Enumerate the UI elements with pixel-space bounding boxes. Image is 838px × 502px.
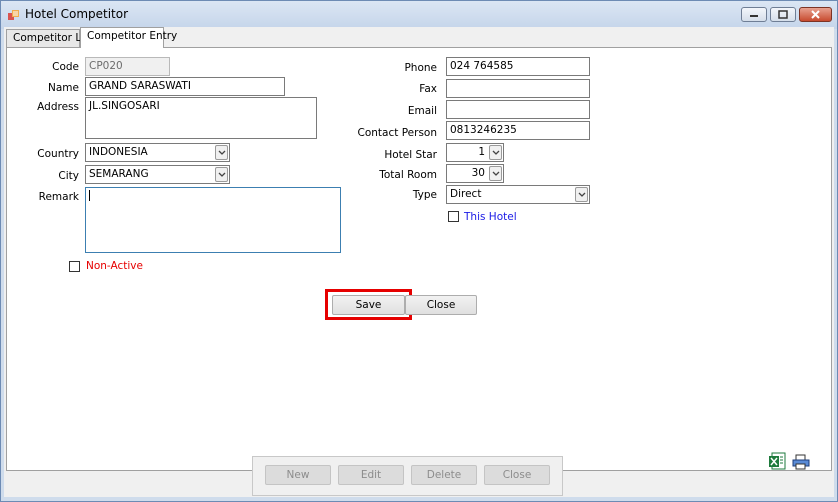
total-room-dropdown-button[interactable] [489,166,502,181]
chevron-down-icon [492,150,500,155]
window-title: Hotel Competitor [25,7,129,21]
fax-field[interactable] [446,79,590,98]
city-dropdown-button[interactable] [215,167,228,182]
email-label: Email [407,105,437,117]
non-active-checkbox[interactable] [69,261,80,272]
code-label: Code [52,61,79,73]
text-cursor [89,190,90,201]
app-window: Hotel Competitor Competitor List Competi… [0,0,838,502]
hotel-star-dropdown-button[interactable] [489,145,502,160]
name-field[interactable]: GRAND SARASWATI [85,77,285,96]
delete-button[interactable]: Delete [411,465,477,485]
minimize-button[interactable] [741,7,767,22]
tab-competitor-list[interactable]: Competitor List [6,29,94,47]
fax-label: Fax [419,83,437,95]
hotel-star-label: Hotel Star [384,149,437,161]
total-room-select[interactable]: 30 [446,164,504,183]
total-room-value: 30 [471,167,485,179]
hotel-star-select[interactable]: 1 [446,143,504,162]
title-bar[interactable]: Hotel Competitor [1,1,837,29]
toolbar-close-button[interactable]: Close [484,465,550,485]
city-value: SEMARANG [89,168,149,180]
type-dropdown-button[interactable] [575,187,588,202]
excel-export-icon[interactable] [768,452,786,470]
code-field[interactable]: CP020 [85,57,170,76]
non-active-label: Non-Active [86,260,143,272]
city-select[interactable]: SEMARANG [85,165,230,184]
maximize-button[interactable] [770,7,796,22]
contact-person-label: Contact Person [357,127,437,139]
edit-button[interactable]: Edit [338,465,404,485]
type-select[interactable]: Direct [446,185,590,204]
this-hotel-checkbox[interactable] [448,211,459,222]
chevron-down-icon [492,171,500,176]
contact-person-field[interactable]: 0813246235 [446,121,590,140]
close-window-button[interactable] [799,7,832,22]
phone-label: Phone [404,62,437,74]
app-icon [8,10,19,20]
hotel-star-value: 1 [478,146,485,158]
tab-competitor-entry[interactable]: Competitor Entry [80,27,177,48]
total-room-label: Total Room [379,169,437,181]
name-label: Name [48,82,79,94]
this-hotel-label: This Hotel [464,211,517,223]
close-icon [811,10,820,19]
country-label: Country [37,148,79,160]
save-button[interactable]: Save [332,295,405,315]
client-area: Competitor List Competitor Entry Code CP… [4,27,834,497]
new-button[interactable]: New [265,465,331,485]
close-button[interactable]: Close [405,295,477,315]
minimize-icon [750,15,758,17]
chevron-down-icon [218,150,226,155]
record-toolbar: New Edit Delete Close [252,456,563,496]
remark-label: Remark [38,191,79,203]
country-dropdown-button[interactable] [215,145,228,160]
address-field[interactable]: JL.SINGOSARI [85,97,317,139]
type-value: Direct [450,188,482,200]
address-label: Address [37,101,79,113]
type-label: Type [412,189,437,201]
chevron-down-icon [218,172,226,177]
city-label: City [58,170,79,182]
competitor-entry-panel: Code CP020 Name GRAND SARASWATI Address … [6,47,832,471]
country-select[interactable]: INDONESIA [85,143,230,162]
phone-field[interactable]: 024 764585 [446,57,590,76]
print-icon[interactable] [792,454,810,470]
email-field[interactable] [446,100,590,119]
remark-field[interactable] [85,187,341,253]
country-value: INDONESIA [89,146,148,158]
chevron-down-icon [578,192,586,197]
maximize-icon [778,10,788,19]
